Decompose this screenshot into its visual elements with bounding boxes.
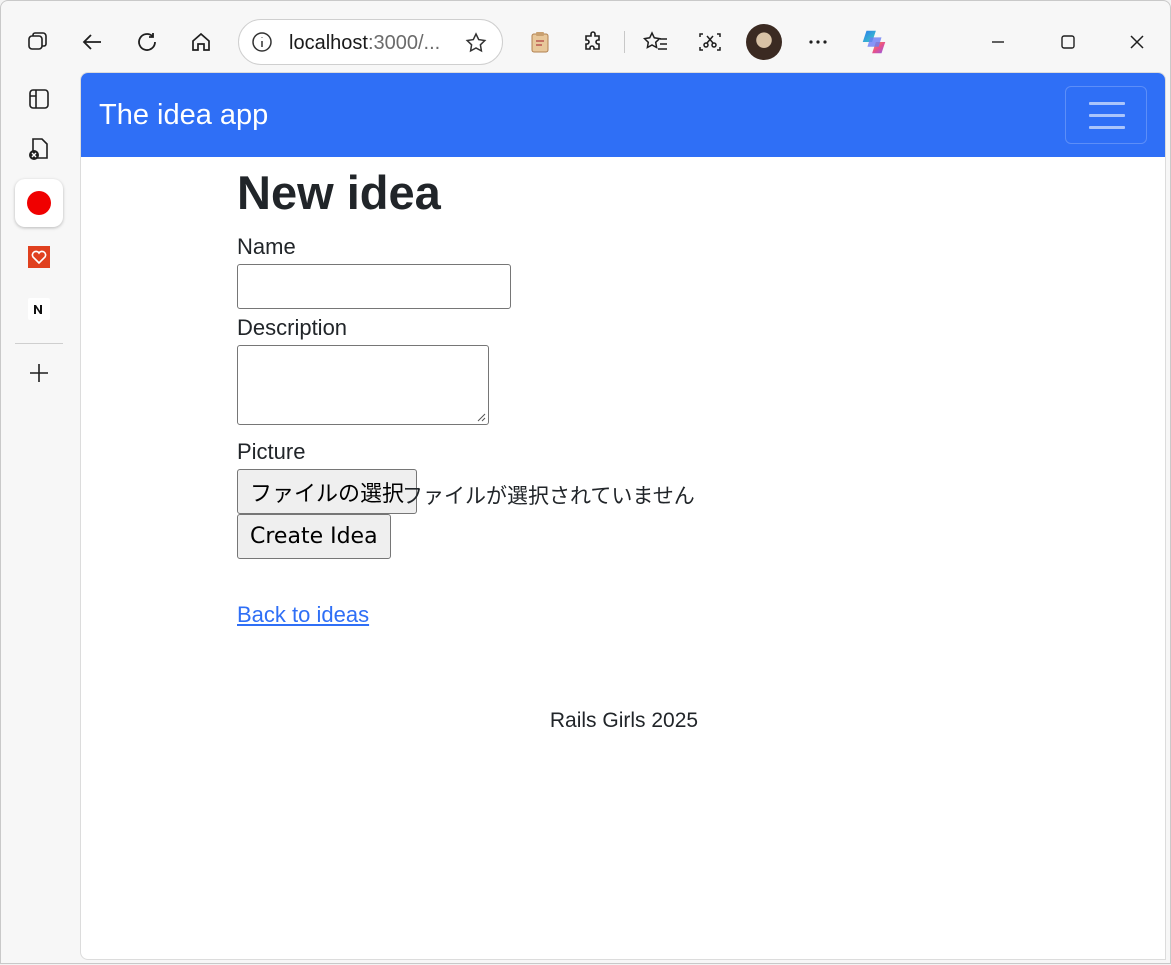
notion-icon[interactable]	[15, 285, 63, 333]
navbar-brand[interactable]: The idea app	[99, 99, 268, 132]
close-icon[interactable]	[1122, 27, 1152, 57]
url-text[interactable]: localhost:3000/...	[289, 32, 440, 55]
page-title: New idea	[237, 166, 441, 219]
health-icon[interactable]	[15, 233, 63, 281]
browser-window: localhost:3000/... The idea app New idea…	[0, 0, 1171, 964]
url-host: localhost	[289, 32, 368, 54]
description-label: Description	[237, 315, 348, 340]
hamburger-icon-line	[1089, 114, 1125, 117]
navbar-toggler[interactable]	[1065, 86, 1147, 144]
profile-avatar[interactable]	[746, 24, 782, 60]
favorites-icon[interactable]	[641, 27, 671, 57]
vertical-tabs-icon[interactable]	[15, 75, 63, 123]
back-arrow-icon[interactable]	[77, 27, 107, 57]
site-info-icon[interactable]	[250, 30, 274, 54]
footer-text: Rails Girls 2025	[549, 709, 699, 732]
resize-grip-icon[interactable]	[476, 412, 486, 422]
back-to-ideas-link[interactable]: Back to ideas	[237, 602, 369, 628]
toolbar-divider	[624, 31, 625, 53]
description-field[interactable]	[237, 345, 489, 425]
copilot-icon[interactable]	[859, 27, 889, 57]
browser-toolbar: localhost:3000/...	[1, 1, 1171, 71]
hamburger-icon-line	[1089, 126, 1125, 129]
maximize-icon[interactable]	[1053, 27, 1083, 57]
screenshot-icon[interactable]	[695, 27, 725, 57]
sidebar-divider	[15, 343, 63, 344]
hamburger-icon	[1089, 102, 1125, 105]
url-path: :3000/...	[367, 32, 441, 54]
add-icon[interactable]	[15, 349, 63, 397]
navbar: The idea app	[81, 73, 1165, 157]
collections-icon[interactable]	[15, 125, 63, 173]
picture-label: Picture	[237, 439, 306, 464]
star-icon[interactable]	[462, 29, 490, 57]
home-icon[interactable]	[186, 27, 216, 57]
extensions-icon[interactable]	[579, 27, 609, 57]
reload-icon[interactable]	[132, 27, 162, 57]
name-field[interactable]	[237, 264, 511, 309]
name-label: Name	[237, 234, 296, 259]
file-status-text: ファイルが選択されていません	[402, 484, 695, 508]
create-idea-button[interactable]: Create Idea	[237, 514, 391, 559]
browser-sidebar	[1, 71, 79, 965]
page-viewport: The idea app New idea Name Description P…	[80, 72, 1166, 960]
recording-icon[interactable]	[15, 179, 63, 227]
minimize-icon[interactable]	[983, 27, 1013, 57]
address-bar[interactable]: localhost:3000/...	[238, 19, 503, 65]
tab-actions-icon[interactable]	[23, 27, 53, 57]
more-icon[interactable]	[803, 27, 833, 57]
clipboard-icon[interactable]	[525, 27, 555, 57]
file-choose-button[interactable]: ファイルの選択	[237, 469, 418, 514]
